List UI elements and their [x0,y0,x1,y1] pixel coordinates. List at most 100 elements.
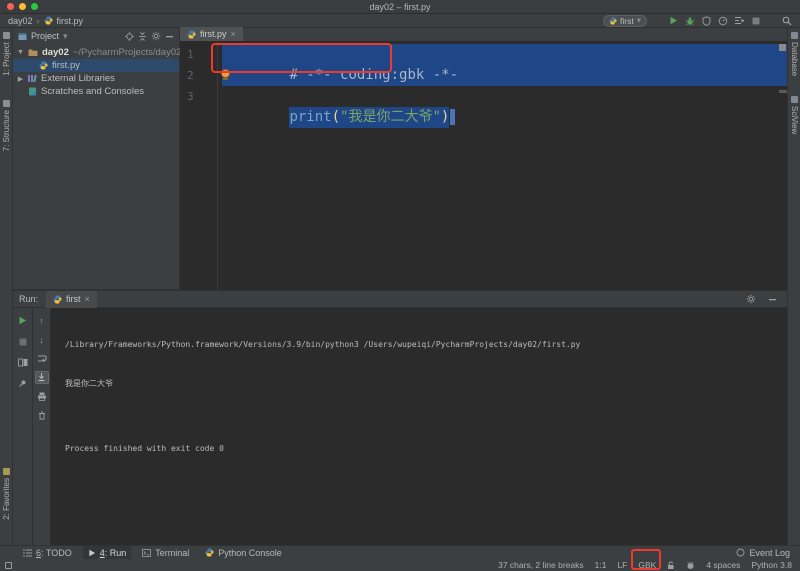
libraries-icon [28,74,37,83]
breadcrumb: day02 › first.py [8,16,83,26]
unlock-icon[interactable] [667,561,675,570]
restore-layout-button[interactable] [16,356,30,369]
project-panel: Project ▾ ▼ day02 ~/PycharmProjects/day0… [13,28,182,290]
expanded-arrow-icon[interactable]: ▼ [17,49,24,56]
favorites-toolwindow-icon [3,468,10,475]
tree-item-scratches[interactable]: Scratches and Consoles [13,85,179,98]
caret-position[interactable]: 1:1 [595,560,607,570]
print-button[interactable] [35,390,49,403]
hide-panel-button[interactable] [165,32,174,41]
search-everywhere-icon[interactable] [782,16,792,26]
close-tab-icon[interactable]: × [85,294,90,304]
run-tab-first[interactable]: first × [46,290,97,308]
intention-bulb-icon[interactable] [221,69,230,81]
breadcrumb-project[interactable]: day02 [8,16,33,26]
soft-wrap-button[interactable] [35,352,49,365]
toolwindow-button-project[interactable]: 1: Project [0,32,13,76]
debug-button[interactable] [685,16,695,26]
project-view-icon [18,32,27,41]
close-tab-icon[interactable]: × [231,29,236,39]
up-stacktrace-button[interactable]: ↑ [35,314,49,327]
collapse-all-button[interactable] [138,31,147,41]
editor-tab-first-py[interactable]: first.py × [180,27,243,41]
traffic-lights [0,3,38,10]
tree-item-first-py[interactable]: first.py [13,59,179,72]
tree-item-external-libraries[interactable]: ▶ External Libraries [13,72,179,85]
locate-file-button[interactable] [125,31,134,41]
structure-toolwindow-label: 7: Structure [2,110,11,152]
run-toolwindow-icon [88,549,96,557]
editor-area: first.py × 1 2 3 # -*- coding:gbk -*- pr… [180,27,787,290]
stop-process-button[interactable] [16,335,30,348]
file-encoding[interactable]: GBK [631,549,662,570]
open-paren: ( [331,109,341,125]
line-separator[interactable]: LF [617,560,627,570]
down-stacktrace-button[interactable]: ↓ [35,333,49,346]
pin-tab-button[interactable] [16,377,30,390]
editor-content[interactable]: 1 2 3 # -*- coding:gbk -*- print("我是你二大爷… [180,42,787,290]
toolwindow-button-sciview[interactable]: SciView [788,96,800,134]
python-console-icon [205,548,214,557]
python-file-icon [39,61,48,70]
toolwindow-button-database[interactable]: Database [788,32,800,76]
toolwindow-switcher-icon[interactable] [5,561,12,569]
close-window-button[interactable] [7,3,14,10]
inspection-hector-icon[interactable] [686,561,695,570]
python-file-icon [187,29,196,39]
event-log-button[interactable]: Event Log [736,548,790,558]
bottom-toolwindow-bar: 6: TODO 4: Run Terminal Python Console E… [0,545,800,560]
tree-item-day02[interactable]: ▼ day02 ~/PycharmProjects/day02 [13,46,182,59]
editor-tab-label: first.py [200,29,227,39]
toolwindow-button-todo[interactable]: 6: TODO [18,546,77,560]
code-line-1[interactable]: # -*- coding:gbk -*- [222,44,458,83]
inspection-status-square[interactable] [779,44,786,51]
run-configuration-name: first [620,15,634,26]
tree-item-label: day02 [41,47,69,58]
coverage-button[interactable] [702,15,711,26]
sciview-toolwindow-label: SciView [790,106,799,135]
todo-icon [23,549,32,557]
clear-console-button[interactable] [35,409,49,422]
project-toolwindow-label: 1: Project [2,42,11,76]
python-config-icon [609,16,617,25]
status-bar-right: 37 chars, 2 line breaks 1:1 LF GBK 4 spa… [498,549,792,570]
toolwindow-button-run[interactable]: 4: Run [82,545,132,560]
run-configuration-select[interactable]: first ▾ [603,14,647,27]
text-caret [450,109,456,125]
database-toolwindow-label: Database [790,42,799,77]
collapsed-arrow-icon[interactable]: ▶ [17,75,24,83]
stop-button[interactable] [752,17,760,25]
coding-comment: # -*- coding:gbk -*- [289,67,459,83]
toolwindow-button-terminal[interactable]: Terminal [137,546,194,560]
minimize-window-button[interactable] [19,3,26,10]
run-panel-settings-gear-button[interactable] [746,294,756,304]
left-tool-strip: 1: Project 7: Structure 2: Favorites [0,28,13,545]
tree-item-path: ~/PycharmProjects/day02 [72,47,182,58]
code-line-3[interactable]: print("我是你二大爷") [222,86,456,128]
console-line-output: 我是你二大爷 [65,379,113,388]
toolwindow-button-favorites[interactable]: 2: Favorites [0,468,13,520]
settings-gear-button[interactable] [151,31,161,41]
run-panel-header: Run: first × [13,290,787,308]
run-button[interactable] [669,16,678,25]
run-console-output[interactable]: /Library/Frameworks/Python.framework/Ver… [52,308,787,545]
indent-setting[interactable]: 4 spaces [706,560,740,570]
profiler-button[interactable] [718,16,728,26]
breadcrumb-file[interactable]: first.py [57,16,84,26]
interpreter-setting[interactable]: Python 3.8 [751,560,792,570]
rerun-button[interactable] [16,314,30,327]
toolwindow-button-python-console[interactable]: Python Console [200,546,287,560]
scrollbar-mark [779,90,787,93]
project-panel-title[interactable]: Project [31,31,59,41]
toolwindow-button-structure[interactable]: 7: Structure [0,100,13,151]
scroll-to-end-button[interactable] [34,371,49,384]
navigation-bar: day02 › first.py first ▾ [0,14,800,28]
titlebar: day02 – first.py [0,0,800,14]
hide-run-panel-button[interactable] [768,295,777,304]
project-panel-title-arrow[interactable]: ▾ [63,31,68,42]
concurrency-diagram-button[interactable] [735,16,745,25]
breadcrumb-separator: › [36,15,40,26]
run-toolbar-left [13,308,33,545]
sciview-toolwindow-icon [791,96,798,103]
zoom-window-button[interactable] [31,3,38,10]
